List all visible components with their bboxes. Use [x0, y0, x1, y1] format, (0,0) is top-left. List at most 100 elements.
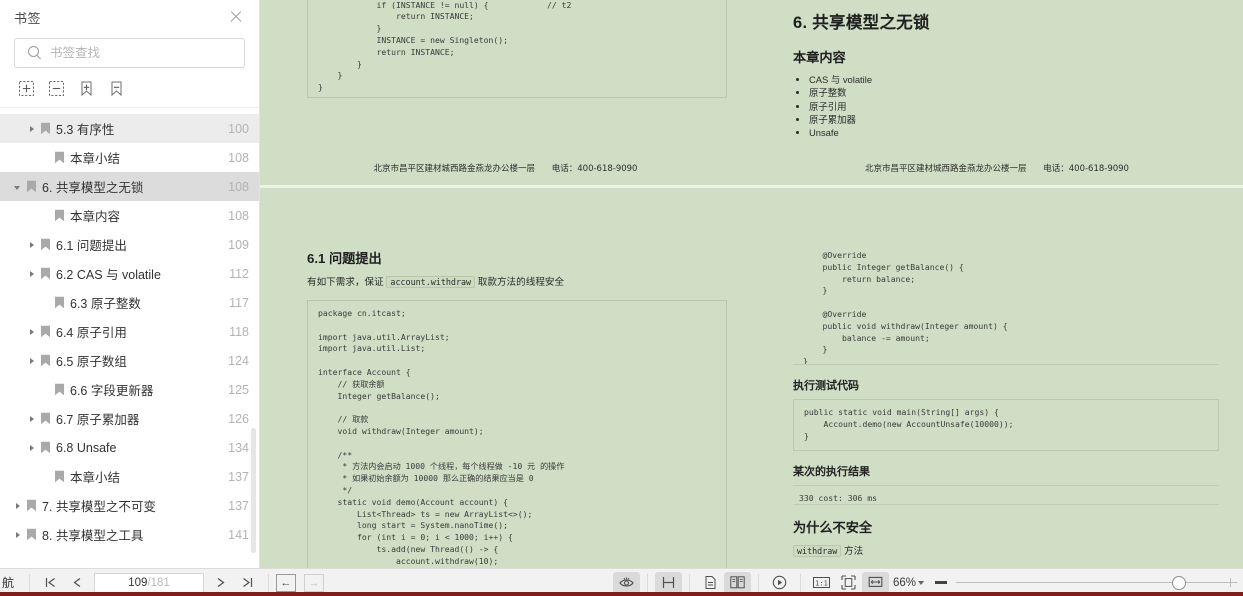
search-input[interactable]: [50, 46, 236, 60]
bookmark-item[interactable]: 6.4 原子引用 118: [0, 317, 259, 346]
back-arrow-icon[interactable]: ←: [276, 573, 296, 592]
bookmark-item[interactable]: 7. 共享模型之不可变 137: [0, 491, 259, 520]
page-spread-lower: 6.1 问题提出 有如下需求，保证 account.withdraw 取款方法的…: [260, 188, 1243, 568]
chevron-right-icon[interactable]: [12, 500, 24, 512]
bookmark-icon: [38, 354, 52, 367]
chevron-right-icon[interactable]: [26, 326, 38, 338]
chevron-right-icon[interactable]: [26, 355, 38, 367]
page-right-upper: 6. 共享模型之无锁 本章内容 CAS 与 volatile原子整数原子引用原子…: [751, 0, 1243, 185]
zoom-slider-track: [956, 581, 1237, 584]
bookmark-item[interactable]: 本章小结 137: [0, 462, 259, 491]
chevron-down-icon[interactable]: [12, 181, 24, 193]
minus-icon[interactable]: [930, 581, 952, 584]
zoom-slider-tick: [1230, 577, 1232, 587]
chevron-down-icon[interactable]: [918, 580, 925, 585]
chevron-right-icon[interactable]: [26, 442, 38, 454]
bookmark-item[interactable]: 8. 共享模型之工具 141: [0, 520, 259, 549]
double-page-icon[interactable]: [723, 571, 751, 594]
first-page-icon[interactable]: [37, 572, 64, 594]
bookmark-icon: [38, 325, 52, 338]
search-icon: [27, 45, 43, 61]
bookmark-page-number: 137: [228, 498, 249, 513]
bookmark-page-number: 108: [228, 150, 249, 165]
zoom-slider[interactable]: [956, 573, 1237, 593]
document-viewer[interactable]: synchronized (Singleton.class) { // 问题3：…: [260, 0, 1243, 568]
bookmark-item-label: 6.3 原子整数: [70, 297, 141, 311]
chevron-right-icon[interactable]: [12, 529, 24, 541]
bookmark-item[interactable]: 6.3 原子整数 117: [0, 288, 259, 317]
bookmark-item-label: 本章内容: [70, 210, 121, 224]
actual-size-icon[interactable]: 1:1: [808, 572, 835, 594]
collapse-all-icon[interactable]: [44, 77, 68, 99]
remove-bookmark-icon[interactable]: [104, 77, 128, 99]
bookmark-page-number: 108: [228, 179, 249, 194]
bookmark-item[interactable]: 6.5 原子数组 124: [0, 346, 259, 375]
bookmark-item[interactable]: 6.2 CAS 与 volatile 112: [0, 259, 259, 288]
bookmark-item-label: 本章小结: [70, 152, 121, 166]
bookmark-item[interactable]: 本章内容 108: [0, 201, 259, 230]
forward-arrow-icon[interactable]: →: [304, 573, 324, 592]
chevron-right-icon[interactable]: [26, 239, 38, 251]
sidebar-title: 书签: [14, 10, 42, 26]
chevron-right-icon[interactable]: [26, 413, 38, 425]
prev-page-icon[interactable]: [64, 572, 91, 594]
bookmark-item[interactable]: 6.6 字段更新器 125: [0, 375, 259, 404]
paragraph-text-before: 有如下需求，保证: [307, 277, 384, 288]
bookmark-item-label: 8. 共享模型之工具: [42, 529, 144, 543]
eye-icon[interactable]: [612, 571, 640, 594]
page-number-input[interactable]: 109 / 181: [94, 572, 204, 593]
bookmark-item[interactable]: 6. 共享模型之无锁 108: [0, 172, 259, 201]
bookmark-item[interactable]: 6.8 Unsafe 134: [0, 433, 259, 462]
footer-address: 北京市昌平区建材城西路金燕龙办公楼一层: [865, 164, 1027, 174]
bookmark-item[interactable]: 5.3 有序性 100: [0, 114, 259, 143]
bookmark-page-number: 112: [229, 266, 249, 281]
bookmark-icon: [52, 209, 66, 222]
bookmark-page-number: 137: [228, 469, 249, 484]
zoom-slider-knob[interactable]: [1172, 575, 1187, 590]
sidebar-scrollbar-thumb[interactable]: [251, 428, 256, 553]
bookmark-item-label: 5.3 有序性: [56, 123, 115, 137]
fit-width-icon[interactable]: [861, 571, 889, 594]
bookmark-icon: [38, 238, 52, 251]
bookmark-page-number: 118: [229, 324, 249, 339]
bookmark-item[interactable]: 6.7 原子累加器 126: [0, 404, 259, 433]
bookmark-item[interactable]: 本章小结 108: [0, 143, 259, 172]
footer-tel: 电话：400-618-9090: [1043, 164, 1129, 174]
bookmark-search-box[interactable]: [14, 38, 245, 68]
footer-address: 北京市昌平区建材城西路金燕龙办公楼一层: [373, 164, 536, 174]
split-view-icon[interactable]: [654, 571, 682, 594]
bookmark-icon: [24, 528, 38, 541]
bookmark-icon: [52, 151, 66, 164]
bookmark-icon: [24, 499, 38, 512]
bookmark-item-label: 本章小结: [70, 471, 121, 485]
play-icon[interactable]: [766, 572, 793, 594]
fit-page-icon[interactable]: [835, 572, 862, 594]
expand-all-icon[interactable]: [14, 77, 38, 99]
zoom-level-value[interactable]: 66%: [893, 577, 916, 589]
navigation-panel-label[interactable]: 航: [0, 574, 22, 591]
sidebar-scrollbar[interactable]: [250, 110, 258, 568]
chevron-right-icon[interactable]: [26, 123, 38, 135]
toolbar-divider: [0, 107, 259, 108]
next-page-icon[interactable]: [207, 572, 234, 594]
toolbar-divider: [688, 573, 690, 592]
add-bookmark-icon[interactable]: [74, 77, 98, 99]
bookmark-page-number: 109: [228, 237, 249, 252]
single-page-icon[interactable]: [697, 572, 724, 594]
bookmark-tree[interactable]: 5.3 有序性 100 本章小结 108 6. 共享模型之无锁 108 本章内容 108 6.1…: [0, 110, 259, 568]
bookmark-toolbar: [0, 68, 259, 107]
bookmark-item[interactable]: 6.1 问题提出 109: [0, 230, 259, 259]
close-icon[interactable]: [225, 6, 247, 28]
toolbar-divider: [29, 573, 30, 592]
bookmark-icon: [38, 412, 52, 425]
main-area: 书签 书签查找 5.3 有序性 100 本章小结 108 6. 共享模型之无锁 …: [0, 0, 1243, 568]
page-footer-right-upper: 北京市昌平区建材城西路金燕龙办公楼一层 电话：400-618-9090: [751, 162, 1243, 174]
bookmark-item-label: 6.8 Unsafe: [56, 440, 117, 455]
chevron-right-icon[interactable]: [26, 268, 38, 280]
page-left-lower: 6.1 问题提出 有如下需求，保证 account.withdraw 取款方法的…: [260, 188, 751, 568]
last-page-icon[interactable]: [234, 572, 261, 594]
